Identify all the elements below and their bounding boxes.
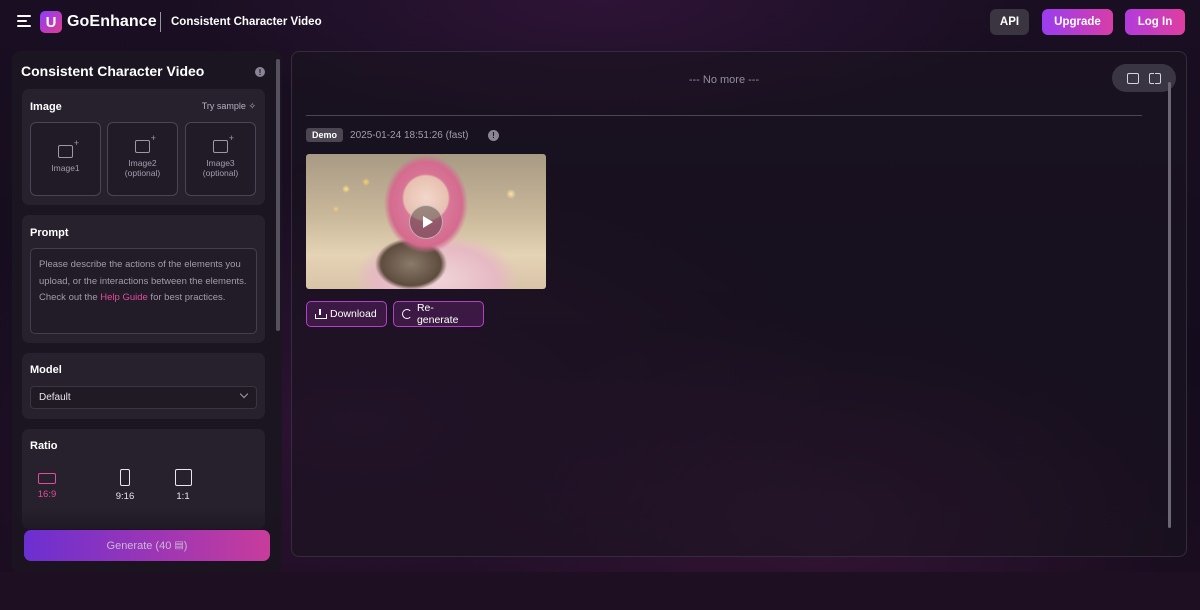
download-label: Download <box>330 308 377 320</box>
info-icon[interactable]: ! <box>488 130 499 141</box>
add-image-icon <box>58 138 79 158</box>
portrait-ratio-icon <box>120 469 130 486</box>
generate-label-suffix: ) <box>183 539 188 552</box>
results-panel: --- No more --- Demo 2025-01-24 18:51:26… <box>291 51 1187 557</box>
header-divider <box>160 12 161 32</box>
demo-badge: Demo <box>306 128 344 142</box>
regenerate-button[interactable]: Re-generate <box>393 301 484 327</box>
logo-text: GoEnhance <box>67 13 157 30</box>
credits-icon: ▤ <box>174 540 184 551</box>
image1-label: Image1 <box>51 163 80 173</box>
result-video-thumbnail[interactable] <box>306 154 546 289</box>
prompt-section-label: Prompt <box>30 227 69 239</box>
ratio-label: 9:16 <box>115 491 135 502</box>
logo[interactable]: U GoEnhance <box>40 11 157 33</box>
ratio-label: 1:1 <box>176 491 190 502</box>
image3-sub-label: (optional) <box>202 168 239 178</box>
top-header: U GoEnhance Consistent Character Video A… <box>0 0 1200 44</box>
results-divider <box>306 115 1142 116</box>
help-guide-link[interactable]: Help Guide <box>100 292 148 303</box>
add-image-icon <box>213 133 234 153</box>
result-timestamp: 2025-01-24 18:51:26 (fast) <box>350 129 469 141</box>
model-section: Model Default <box>22 353 265 419</box>
view-toggle <box>1112 64 1176 92</box>
try-sample-label: Try sample <box>201 101 246 111</box>
image2-sub-label: (optional) <box>124 168 161 178</box>
image2-label: Image2 <box>128 158 157 168</box>
settings-panel: Consistent Character Video ! Image Try s… <box>12 51 282 572</box>
generate-button[interactable]: Generate (40 ▤ ) <box>24 530 270 561</box>
ratio-section-label: Ratio <box>30 440 58 452</box>
model-selected-value: Default <box>39 392 71 403</box>
panel-scrollbar[interactable] <box>276 59 280 331</box>
image1-upload-slot[interactable]: Image1 <box>30 122 101 196</box>
menu-icon[interactable] <box>17 15 31 27</box>
download-icon <box>315 309 327 319</box>
result-meta: Demo 2025-01-24 18:51:26 (fast) ! <box>306 128 499 142</box>
prompt-textarea[interactable]: Please describe the actions of the eleme… <box>30 248 257 334</box>
model-section-label: Model <box>30 364 62 376</box>
try-sample-link[interactable]: Try sample ✧ <box>202 101 256 112</box>
ratio-label: 16:9 <box>37 489 57 500</box>
ratio-option-1-1[interactable]: 1:1 <box>163 469 203 502</box>
grid-view-icon[interactable] <box>1149 72 1161 84</box>
refresh-icon <box>402 309 412 319</box>
ratio-option-9-16[interactable]: 9:16 <box>105 469 145 502</box>
image-section: Image Try sample ✧ Image1 Image2 (option… <box>22 89 265 205</box>
footer-strip <box>0 572 1200 610</box>
image-section-label: Image <box>30 101 62 113</box>
regenerate-label: Re-generate <box>416 302 459 326</box>
prompt-section: Prompt Please describe the actions of th… <box>22 215 265 343</box>
image3-label: Image3 <box>206 158 235 168</box>
no-more-label: --- No more --- <box>688 74 760 86</box>
download-button[interactable]: Download <box>306 301 387 327</box>
login-button[interactable]: Log In <box>1125 9 1185 35</box>
info-icon[interactable]: ! <box>255 67 265 77</box>
play-icon[interactable] <box>409 205 443 239</box>
chevron-down-icon <box>239 389 249 399</box>
upgrade-button[interactable]: Upgrade <box>1042 9 1113 35</box>
ratio-option-16-9[interactable]: 16:9 <box>27 469 67 500</box>
logo-mark-icon: U <box>40 11 62 33</box>
image2-upload-slot[interactable]: Image2 (optional) <box>107 122 178 196</box>
api-button[interactable]: API <box>990 9 1029 35</box>
list-view-icon[interactable] <box>1127 72 1139 84</box>
results-scrollbar[interactable] <box>1168 82 1171 528</box>
add-image-icon <box>135 133 156 153</box>
page-title: Consistent Character Video <box>171 16 322 28</box>
square-ratio-icon <box>174 469 192 486</box>
landscape-ratio-icon <box>38 473 56 484</box>
sparkle-icon: ✧ <box>248 101 256 111</box>
prompt-placeholder-end: for best practices. <box>147 292 226 303</box>
generate-label: Generate (40 <box>106 539 172 552</box>
model-select[interactable]: Default <box>30 386 257 409</box>
image3-upload-slot[interactable]: Image3 (optional) <box>185 122 256 196</box>
panel-title: Consistent Character Video <box>21 63 205 79</box>
